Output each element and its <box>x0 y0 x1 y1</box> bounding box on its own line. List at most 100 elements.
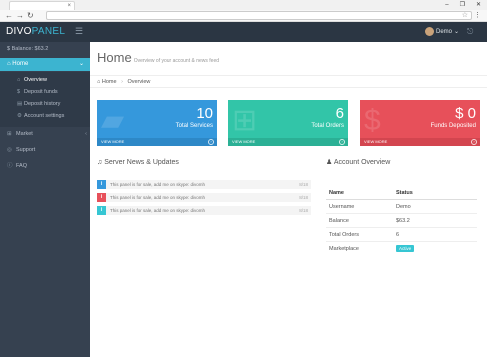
account-table: Name Status Username Demo Balance $63.2 … <box>326 186 477 256</box>
table-row: Total Orders 6 <box>326 228 477 242</box>
menu-toggle-icon[interactable]: ☰ <box>75 26 83 36</box>
row-value: $63.2 <box>396 218 410 224</box>
news-section-title: ♫ Server News & Updates <box>97 159 179 167</box>
column-header: Name <box>329 190 344 196</box>
sidebar-item-label: Overview <box>24 77 47 83</box>
user-icon: ♟ <box>326 159 333 166</box>
tile-value: 10 <box>196 105 213 122</box>
view-more-label: VIEW MORE <box>232 139 256 144</box>
sidebar-item-label: FAQ <box>16 163 28 169</box>
logo[interactable]: DIVOPANEL <box>6 27 65 37</box>
row-name: Username <box>329 204 355 210</box>
table-row: Username Demo <box>326 200 477 214</box>
logo-accent: PANEL <box>31 26 66 37</box>
list-item: i This panel is for sale, add me on skyp… <box>97 193 311 202</box>
reload-icon[interactable]: ↻ <box>27 11 34 21</box>
row-name: Balance <box>329 218 349 224</box>
table-header: Name Status <box>326 186 477 200</box>
cart-icon: ⊞ <box>232 104 258 137</box>
tab-close-icon[interactable]: × <box>67 2 71 10</box>
info-icon: i <box>97 180 106 189</box>
breadcrumb-current: Overview <box>127 79 151 85</box>
view-more-link[interactable]: VIEW MORE › <box>360 138 480 146</box>
avatar <box>425 27 434 36</box>
table-row: Marketplace Active <box>326 242 477 256</box>
sidebar-item-home[interactable]: ⌂ Home ⌄ <box>0 58 90 71</box>
bell-icon: ♫ <box>97 159 103 166</box>
view-more-label: VIEW MORE <box>101 139 125 144</box>
logo-primary: DIVO <box>6 26 32 37</box>
tile-value: $ 0 <box>455 105 476 122</box>
tile-total-orders: ⊞ 6 Total Orders VIEW MORE › <box>228 100 348 146</box>
info-icon: i <box>97 193 106 202</box>
arrow-right-icon: › <box>208 139 214 145</box>
user-menu[interactable]: Demo ⌄ <box>425 27 459 36</box>
news-text: This panel is for sale, add me on skype:… <box>110 182 206 187</box>
news-title-text: Server News & Updates <box>104 159 179 166</box>
status-badge: Active <box>396 245 415 253</box>
sidebar-item-overview[interactable]: ⌂ Overview <box>17 76 47 84</box>
breadcrumb-home-link[interactable]: Home <box>102 79 117 85</box>
list-item: i This panel is for sale, add me on skyp… <box>97 206 311 215</box>
arrow-right-icon: › <box>471 139 477 145</box>
tile-label: Total Orders <box>311 123 344 129</box>
list-item: i This panel is for sale, add me on skyp… <box>97 180 311 189</box>
tile-label: Funds Deposited <box>430 123 476 129</box>
news-time: 8/18 <box>299 182 308 187</box>
news-list: i This panel is for sale, add me on skyp… <box>97 180 311 219</box>
sidebar-item-faq[interactable]: ⓘ FAQ <box>7 162 87 170</box>
sidebar-item-market[interactable]: ⊞ Market ‹ <box>7 130 87 138</box>
table-row: Balance $63.2 <box>326 214 477 228</box>
page-title: Home Overview of your account & news feed <box>97 51 219 68</box>
app-header: DIVOPANEL ☰ Demo ⌄ ⎋ <box>0 22 487 42</box>
sidebar-item-label: Account settings <box>24 113 65 119</box>
cart-icon: ⊞ <box>7 131 12 137</box>
tile-label: Total Services <box>175 123 213 129</box>
sidebar-item-deposit-history[interactable]: ▤ Deposit history <box>17 100 60 108</box>
row-value: Demo <box>396 204 411 210</box>
browser-menu-icon[interactable]: ⋮ <box>474 11 481 20</box>
dollar-icon: $ <box>17 89 21 95</box>
maximize-icon[interactable]: ❐ <box>460 0 465 10</box>
chevron-left-icon: ‹ <box>85 131 87 137</box>
news-text: This panel is for sale, add me on skype:… <box>110 208 206 213</box>
sidebar-item-account-settings[interactable]: ⚙ Account settings <box>17 112 64 120</box>
browser-tab[interactable]: × <box>9 1 75 10</box>
view-more-link[interactable]: VIEW MORE › <box>97 138 217 146</box>
news-time: 8/18 <box>299 208 308 213</box>
account-title-text: Account Overview <box>333 159 391 166</box>
forward-icon[interactable]: → <box>16 11 24 21</box>
home-icon: ⌂ <box>7 61 11 67</box>
browser-toolbar: ← → ↻ ☆ ⋮ <box>0 10 487 22</box>
dollar-icon: $ <box>364 104 381 137</box>
page-title-text: Home <box>97 50 132 65</box>
sidebar-item-deposit-funds[interactable]: $ Deposit funds <box>17 88 58 96</box>
sidebar-item-label: Support <box>16 147 36 153</box>
news-text: This panel is for sale, add me on skype:… <box>110 195 206 200</box>
sidebar-item-label: Market <box>16 131 33 137</box>
user-name: Demo <box>436 28 453 35</box>
chevron-down-icon: ⌄ <box>78 61 84 67</box>
headset-icon: ◎ <box>7 147 12 153</box>
chevron-down-icon: ⌄ <box>454 29 460 35</box>
browser-tab-strip: × – ❐ ✕ <box>0 0 487 10</box>
address-bar[interactable]: ☆ <box>46 11 472 20</box>
window-controls: – ❐ ✕ <box>445 0 481 10</box>
row-value: 6 <box>396 232 400 238</box>
minimize-icon[interactable]: – <box>445 0 448 10</box>
star-icon[interactable]: ☆ <box>462 11 468 19</box>
sidebar: $ Balance: $63.2 ⌂ Home ⌄ ⌂ Overview $ Dep… <box>0 42 90 357</box>
view-more-link[interactable]: VIEW MORE › <box>228 138 348 146</box>
back-icon[interactable]: ← <box>5 11 13 21</box>
tile-value: 6 <box>335 105 344 122</box>
dollar-icon: $ <box>7 46 11 52</box>
logout-icon[interactable]: ⎋ <box>467 27 473 36</box>
home-icon: ⌂ <box>17 77 21 83</box>
gear-icon: ⚙ <box>17 113 22 119</box>
tile-funds-deposited: $ $ 0 Funds Deposited VIEW MORE › <box>360 100 480 146</box>
sidebar-item-support[interactable]: ◎ Support <box>7 146 87 154</box>
services-icon: ▰ <box>101 104 125 137</box>
row-value: Active <box>396 242 415 256</box>
breadcrumb-separator: › <box>121 79 123 85</box>
close-window-icon[interactable]: ✕ <box>476 0 481 10</box>
